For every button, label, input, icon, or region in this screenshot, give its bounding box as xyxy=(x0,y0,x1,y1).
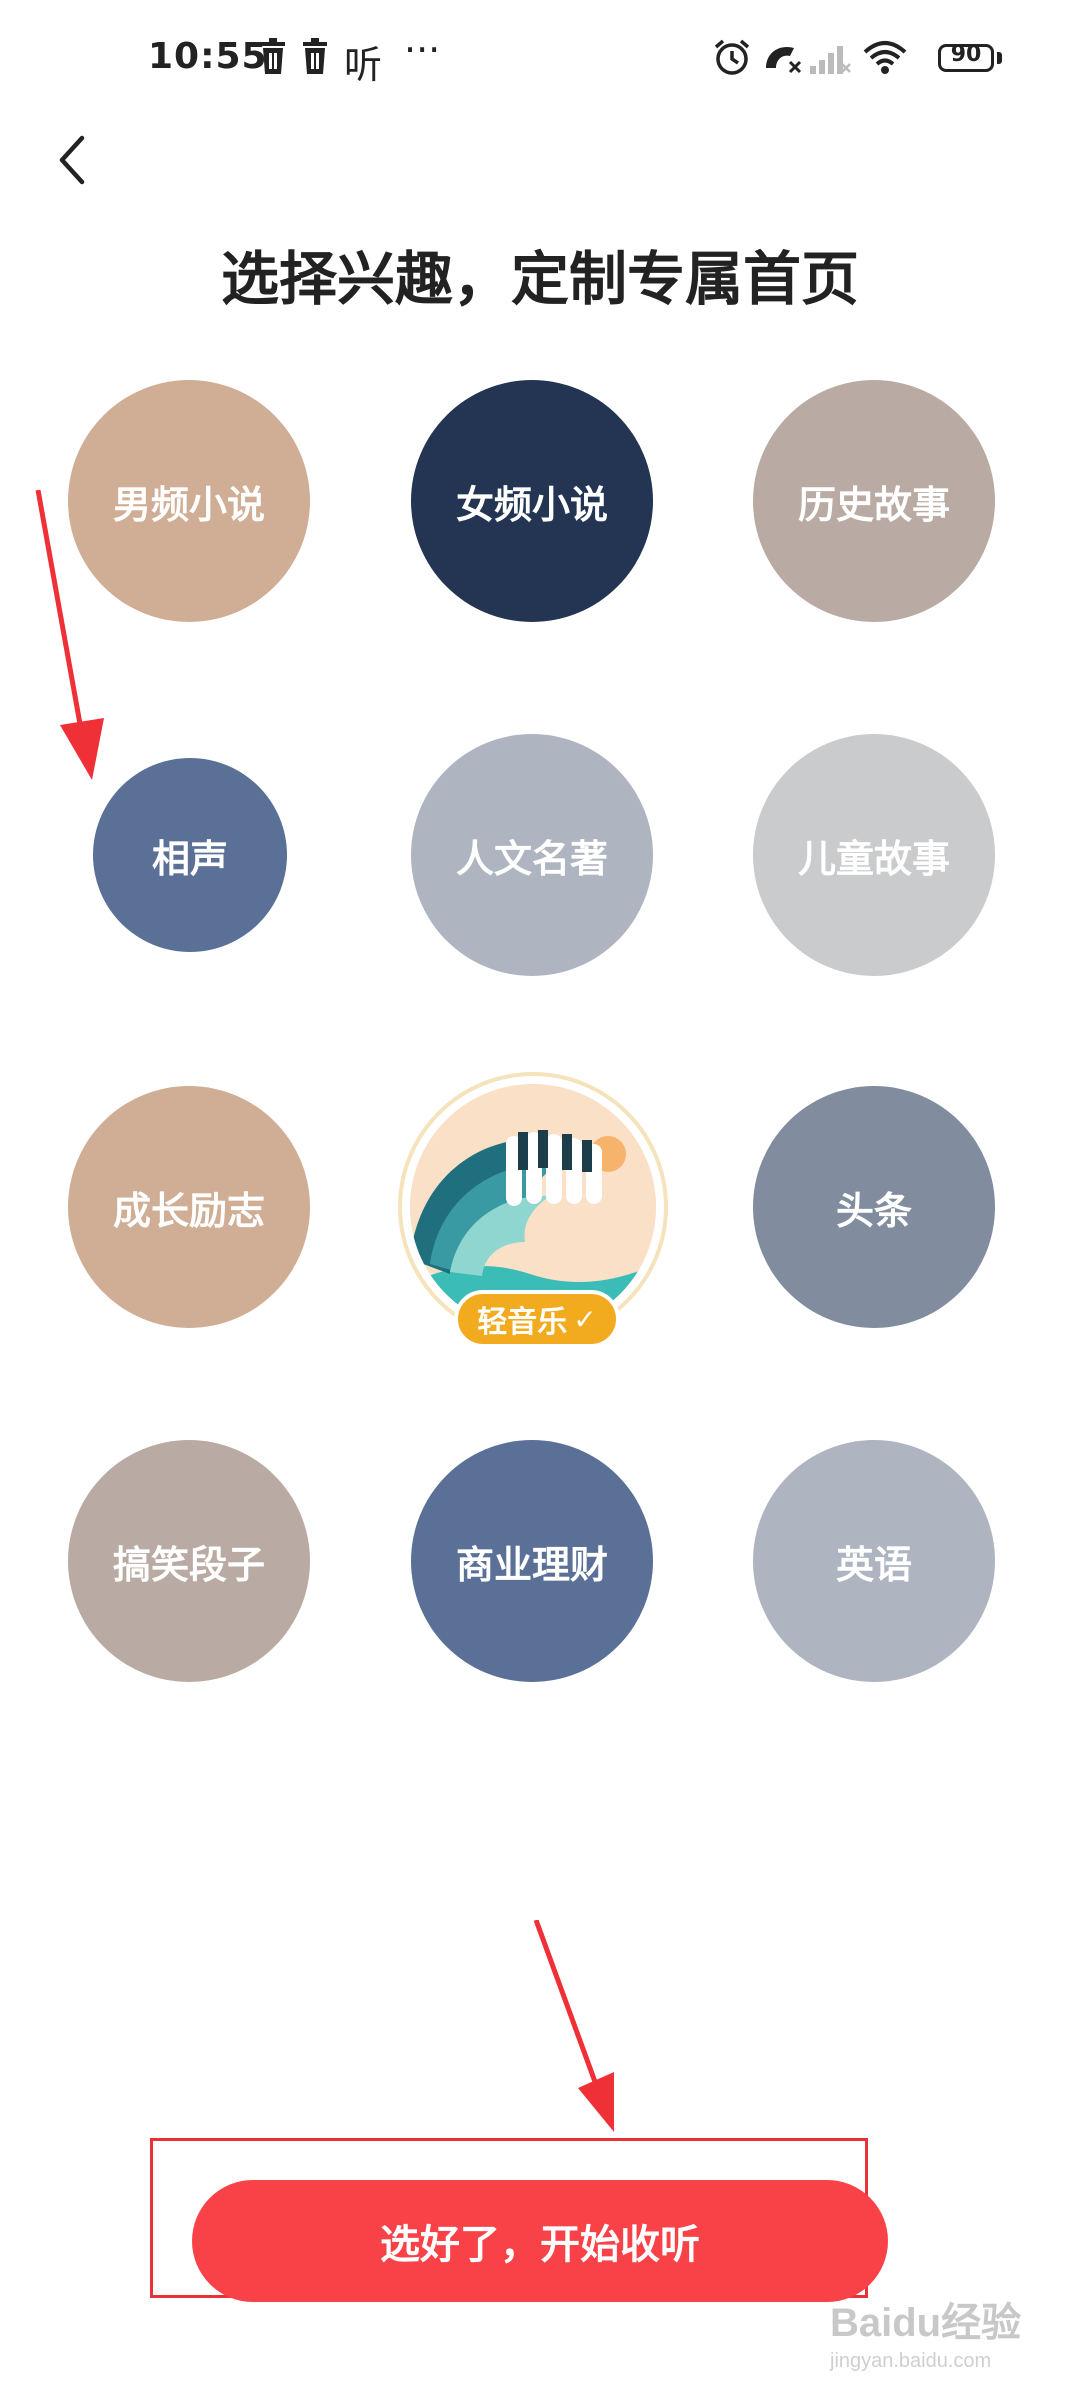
chevron-left-icon xyxy=(59,135,85,185)
page-title: 选择兴趣，定制专属首页 xyxy=(220,245,859,313)
trash-icon xyxy=(303,38,327,74)
topic-label: 搞笑段子 xyxy=(112,1542,265,1587)
topic-light-music[interactable]: 轻音乐 ✓ xyxy=(398,1072,668,1348)
topic-label: 历史故事 xyxy=(797,482,950,527)
wifi-icon xyxy=(863,41,907,74)
topic-label: 轻音乐 xyxy=(477,1305,568,1340)
watermark: Baidu经验 xyxy=(830,2301,1022,2345)
topic-label: 儿童故事 xyxy=(797,836,950,881)
listen-app-icon: 听 xyxy=(344,43,383,87)
topic-label: 成长励志 xyxy=(112,1188,265,1233)
topic-growth-inspiration[interactable]: 成长励志 xyxy=(68,1086,310,1328)
topic-label: 相声 xyxy=(151,836,228,881)
topic-label: 男频小说 xyxy=(112,482,265,527)
topic-female-novel[interactable]: 女频小说 xyxy=(411,380,653,622)
status-time: 10:55 xyxy=(148,36,268,77)
annotation-arrow xyxy=(533,1920,614,2132)
trash-icon xyxy=(261,38,285,74)
topic-children-stories[interactable]: 儿童故事 xyxy=(753,734,995,976)
watermark-url: jingyan.baidu.com xyxy=(830,2350,992,2372)
back-button[interactable] xyxy=(44,130,104,190)
topic-jokes[interactable]: 搞笑段子 xyxy=(68,1440,310,1682)
battery-cap xyxy=(997,52,1002,64)
topic-label: 头条 xyxy=(835,1188,912,1233)
signal-icon xyxy=(810,46,851,74)
selected-badge: 轻音乐 ✓ xyxy=(454,1290,620,1348)
topic-history-stories[interactable]: 历史故事 xyxy=(753,380,995,622)
topic-label: 人文名著 xyxy=(455,836,608,881)
battery-icon: 90 xyxy=(938,42,994,72)
battery-level: 90 xyxy=(950,42,982,67)
topic-humanities-classics[interactable]: 人文名著 xyxy=(411,734,653,976)
call-muted-icon xyxy=(766,46,802,74)
topic-label: 女频小说 xyxy=(455,482,608,527)
checkmark-icon: ✓ xyxy=(573,1302,597,1336)
start-listening-button[interactable]: 选好了，开始收听 xyxy=(192,2180,888,2302)
topic-crosstalk[interactable]: 相声 xyxy=(93,758,287,952)
topic-label: 英语 xyxy=(835,1542,912,1587)
topic-label: 商业理财 xyxy=(455,1542,608,1587)
topic-business-finance[interactable]: 商业理财 xyxy=(411,1440,653,1682)
alarm-icon xyxy=(714,39,750,75)
status-bar: 10:55 听 ··· 90 xyxy=(0,0,1080,120)
more-icon: ··· xyxy=(404,28,441,72)
topic-english[interactable]: 英语 xyxy=(753,1440,995,1682)
annotation-arrow xyxy=(35,490,104,780)
topic-headlines[interactable]: 头条 xyxy=(753,1086,995,1328)
